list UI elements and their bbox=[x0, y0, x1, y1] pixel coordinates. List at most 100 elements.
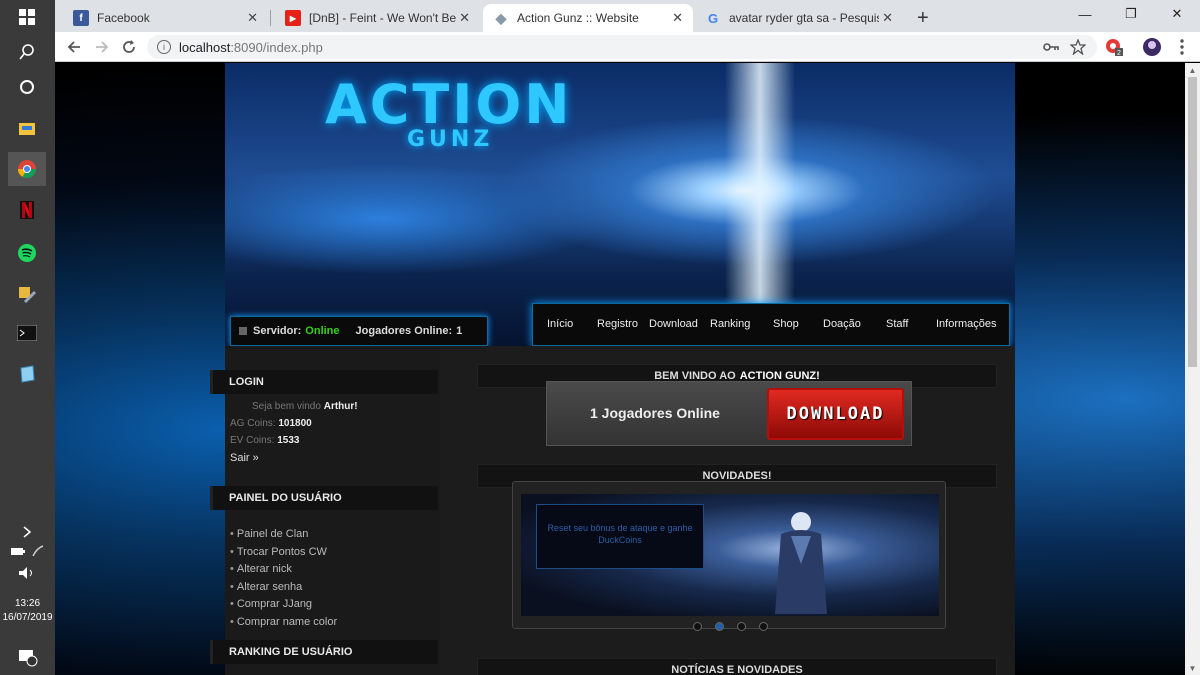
logout-link[interactable]: Sair » bbox=[230, 452, 259, 464]
ev-coins: EV Coins: 1533 bbox=[230, 435, 300, 446]
site-info-icon[interactable]: i bbox=[157, 40, 171, 54]
tab-title: Facebook bbox=[97, 11, 150, 25]
status-square-icon bbox=[239, 327, 247, 335]
tab-youtube[interactable]: ▶ [DnB] - Feint - We Won't Be Alon ✕ bbox=[275, 4, 480, 32]
scroll-up-icon[interactable]: ▲ bbox=[1185, 63, 1200, 77]
netflix-icon[interactable] bbox=[8, 193, 46, 227]
page-scrollbar[interactable]: ▲ ▼ bbox=[1185, 63, 1200, 675]
menu-informacoes[interactable]: Informações bbox=[936, 318, 997, 330]
link-alterar-senha[interactable]: • Alterar senha bbox=[230, 581, 302, 593]
username: Arthur! bbox=[323, 401, 358, 412]
news-list-heading: NOTÍCIAS E NOVIDADES bbox=[477, 658, 997, 675]
close-tab-icon[interactable]: ✕ bbox=[459, 10, 470, 26]
minimize-icon[interactable]: — bbox=[1062, 0, 1108, 28]
address-bar[interactable]: i localhost:8090/index.php bbox=[147, 35, 1097, 59]
news-slider[interactable]: Reset seu bônus de ataque e ganhe DuckCo… bbox=[512, 481, 946, 631]
link-painel-clan[interactable]: • Painel de Clan bbox=[230, 528, 308, 540]
online-players-text: 1 Jogadores Online bbox=[590, 405, 720, 421]
chrome-menu-icon[interactable] bbox=[1171, 36, 1193, 58]
notifications-icon[interactable] bbox=[8, 640, 46, 674]
browser-tab-strip: f Facebook ✕ ▶ [DnB] - Feint - We Won't … bbox=[55, 0, 1200, 32]
slider-dot[interactable] bbox=[737, 622, 746, 631]
chrome-icon[interactable] bbox=[8, 152, 46, 186]
terminal-icon[interactable] bbox=[8, 316, 46, 350]
download-box: 1 Jogadores Online DOWNLOAD bbox=[546, 381, 912, 446]
site-container: ACTION GUNZ Servidor: Online Jogadores O… bbox=[210, 63, 1015, 675]
file-explorer-icon[interactable] bbox=[8, 111, 46, 145]
bookmark-star-icon[interactable] bbox=[1067, 36, 1089, 58]
menu-registro[interactable]: Registro bbox=[597, 318, 638, 330]
login-heading: LOGIN bbox=[210, 370, 438, 394]
windows-taskbar: 13:26 16/07/2019 bbox=[0, 0, 55, 675]
link-alterar-nick[interactable]: • Alterar nick bbox=[230, 563, 292, 575]
scroll-down-icon[interactable]: ▼ bbox=[1185, 661, 1200, 675]
link-comprar-jjang[interactable]: • Comprar JJang bbox=[230, 598, 312, 610]
cortana-icon[interactable] bbox=[8, 70, 46, 104]
new-tab-icon[interactable]: + bbox=[907, 4, 937, 32]
link-comprar-name-color[interactable]: • Comprar name color bbox=[230, 616, 337, 628]
players-online-label: Jogadores Online: bbox=[355, 325, 453, 337]
forward-icon[interactable] bbox=[91, 36, 113, 58]
menu-download[interactable]: Download bbox=[649, 318, 698, 330]
header-banner: ACTION GUNZ Servidor: Online Jogadores O… bbox=[225, 63, 1015, 346]
server-label: Servidor: bbox=[253, 325, 302, 337]
battery-network-icon[interactable] bbox=[8, 540, 46, 562]
link-trocar-pontos[interactable]: • Trocar Pontos CW bbox=[230, 546, 327, 558]
key-icon[interactable] bbox=[1040, 36, 1062, 58]
url-host: localhost bbox=[179, 39, 231, 55]
welcome-user: Seja bem vindo Arthur! bbox=[252, 401, 358, 412]
main-menu: Início Registro Download Ranking Shop Do… bbox=[532, 303, 1010, 346]
ranking-heading: RANKING DE USUÁRIO bbox=[210, 640, 438, 664]
page-content: LOGIN Seja bem vindo Arthur! AG Coins: 1… bbox=[210, 346, 1015, 675]
welcome-text: Seja bem vindo bbox=[252, 401, 321, 412]
notepad-icon[interactable] bbox=[8, 357, 46, 391]
back-icon[interactable] bbox=[63, 36, 85, 58]
slide-image[interactable]: Reset seu bônus de ataque e ganhe DuckCo… bbox=[521, 494, 939, 616]
close-tab-icon[interactable]: ✕ bbox=[882, 10, 893, 26]
slide-caption: Reset seu bônus de ataque e ganhe DuckCo… bbox=[536, 504, 704, 569]
windows-start-icon[interactable] bbox=[8, 0, 46, 34]
menu-staff[interactable]: Staff bbox=[886, 318, 908, 330]
tab-title: Action Gunz :: Website bbox=[517, 11, 639, 25]
page-viewport: ACTION GUNZ Servidor: Online Jogadores O… bbox=[55, 63, 1185, 675]
download-button[interactable]: DOWNLOAD bbox=[767, 388, 904, 440]
ag-coins-value: 101800 bbox=[278, 418, 312, 429]
menu-doacao[interactable]: Doação bbox=[823, 318, 861, 330]
user-panel-heading: PAINEL DO USUÁRIO bbox=[210, 486, 438, 510]
search-icon[interactable] bbox=[8, 35, 46, 69]
scroll-thumb[interactable] bbox=[1188, 77, 1197, 367]
browser-toolbar: i localhost:8090/index.php 2 bbox=[55, 32, 1200, 62]
clock-date[interactable]: 16/07/2019 bbox=[0, 611, 55, 624]
clock-time[interactable]: 13:26 bbox=[0, 597, 55, 610]
url-path: :8090/index.php bbox=[230, 39, 323, 55]
character-art-icon bbox=[775, 512, 827, 614]
svg-text:2: 2 bbox=[1117, 50, 1121, 56]
reload-icon[interactable] bbox=[118, 36, 140, 58]
tab-facebook[interactable]: f Facebook ✕ bbox=[63, 4, 268, 32]
menu-ranking[interactable]: Ranking bbox=[710, 318, 750, 330]
youtube-icon: ▶ bbox=[285, 10, 301, 26]
slider-dot[interactable] bbox=[759, 622, 768, 631]
volume-icon[interactable] bbox=[8, 562, 46, 584]
players-online-value: 1 bbox=[456, 325, 463, 337]
slider-dot-active[interactable] bbox=[715, 622, 724, 631]
tab-action-gunz[interactable]: ◆ Action Gunz :: Website ✕ bbox=[483, 4, 693, 32]
tab-title: [DnB] - Feint - We Won't Be Alon bbox=[309, 11, 459, 25]
close-window-icon[interactable]: ✕ bbox=[1154, 0, 1200, 28]
close-tab-icon[interactable]: ✕ bbox=[247, 10, 258, 26]
maximize-icon[interactable]: ❐ bbox=[1108, 0, 1154, 28]
tab-google-search[interactable]: G avatar ryder gta sa - Pesquisa Go ✕ bbox=[695, 4, 903, 32]
extension-icon[interactable]: 2 bbox=[1103, 36, 1125, 58]
site-logo-subtitle: GUNZ bbox=[407, 127, 494, 152]
profile-avatar[interactable] bbox=[1141, 36, 1163, 58]
server-status-value: Online bbox=[305, 325, 340, 337]
tools-icon[interactable] bbox=[8, 277, 46, 311]
tab-separator bbox=[270, 10, 271, 26]
menu-shop[interactable]: Shop bbox=[773, 318, 799, 330]
spotify-icon[interactable] bbox=[8, 236, 46, 270]
menu-inicio[interactable]: Início bbox=[547, 318, 573, 330]
close-tab-icon[interactable]: ✕ bbox=[672, 10, 683, 26]
site-favicon-icon: ◆ bbox=[495, 9, 507, 26]
ev-coins-value: 1533 bbox=[277, 435, 300, 446]
slider-dot[interactable] bbox=[693, 622, 702, 631]
